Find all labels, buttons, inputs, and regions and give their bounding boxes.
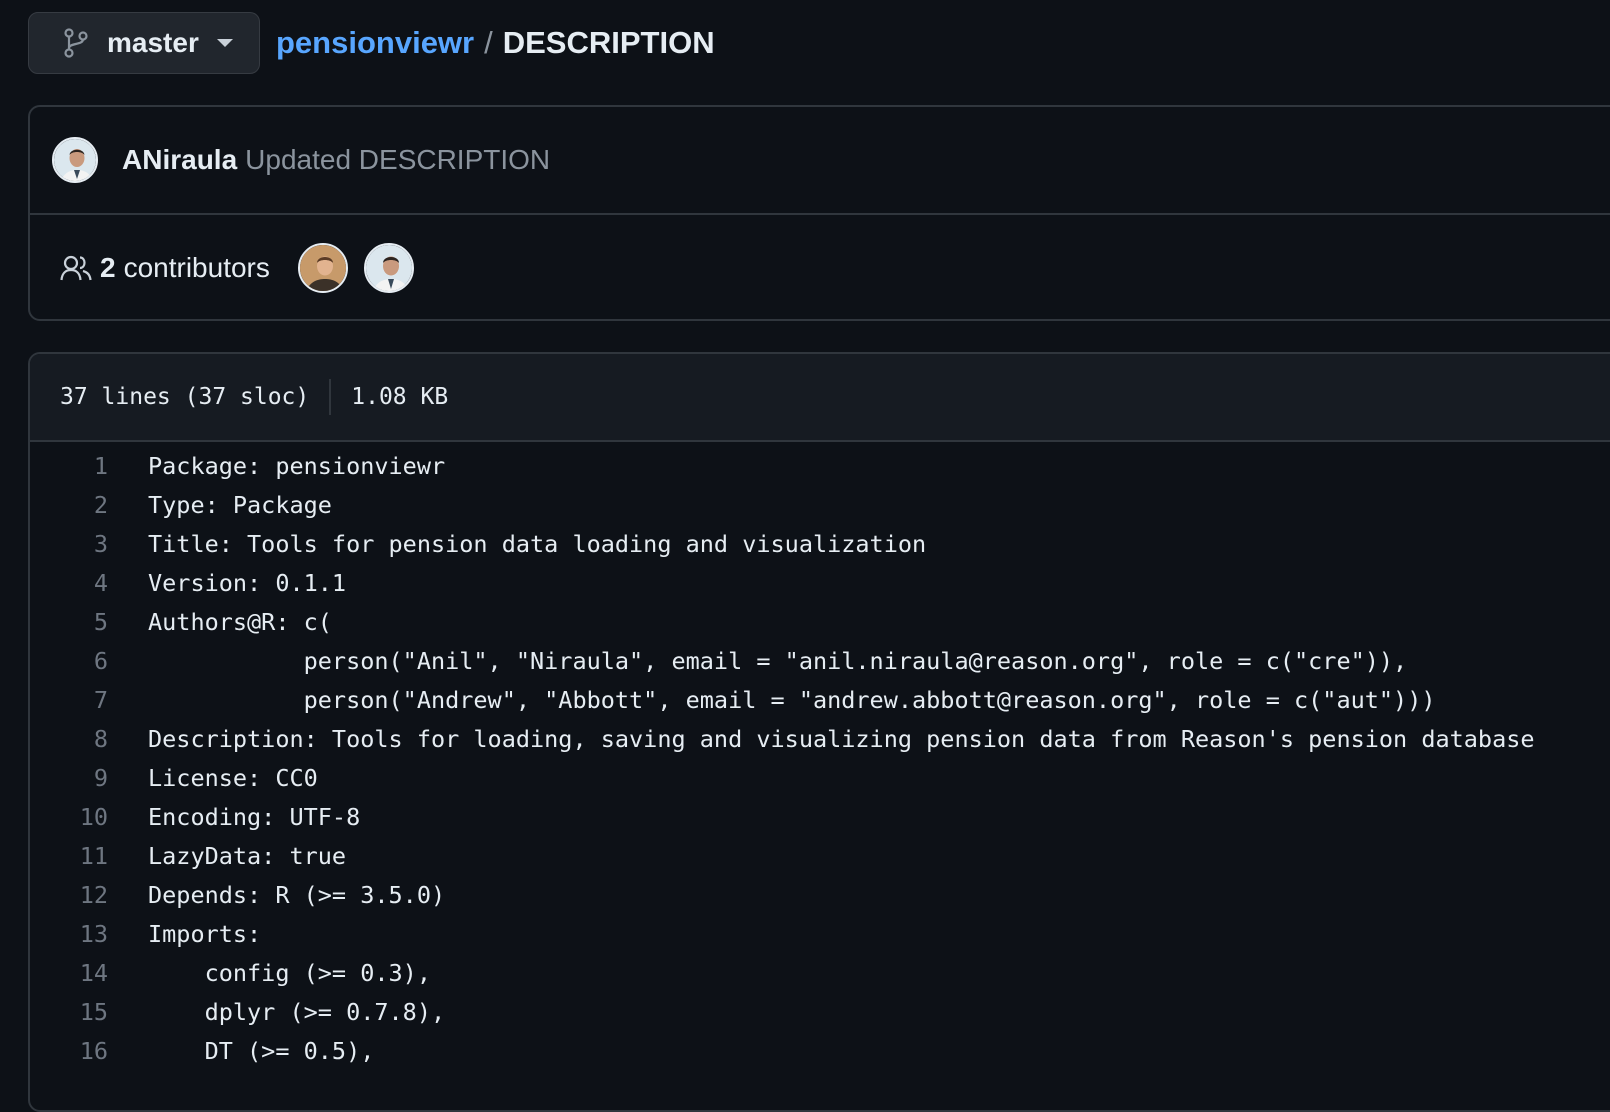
avatar-image-icon bbox=[54, 139, 96, 181]
line-number[interactable]: 7 bbox=[30, 686, 108, 714]
line-number[interactable]: 12 bbox=[30, 881, 108, 909]
breadcrumb: pensionviewr / DESCRIPTION bbox=[276, 25, 715, 61]
line-number[interactable]: 9 bbox=[30, 764, 108, 792]
code-line: 8 Description: Tools for loading, saving … bbox=[30, 719, 1610, 758]
code-text: Depends: R (>= 3.5.0) bbox=[148, 880, 446, 909]
code-text: Version: 0.1.1 bbox=[148, 568, 347, 597]
code-text: Encoding: UTF-8 bbox=[148, 802, 361, 831]
code-text: Package: pensionviewr bbox=[148, 451, 446, 480]
file-navigation: master pensionviewr / DESCRIPTION bbox=[28, 12, 715, 74]
line-number[interactable]: 1 bbox=[30, 452, 108, 480]
code-line: 14 config (>= 0.3), bbox=[30, 953, 1610, 992]
file-line-count: 37 lines (37 sloc) bbox=[60, 384, 310, 410]
line-number[interactable]: 14 bbox=[30, 959, 108, 987]
commit-author-link[interactable]: ANiraula bbox=[122, 144, 237, 176]
code-line: 4 Version: 0.1.1 bbox=[30, 563, 1610, 602]
code-text: dplyr (>= 0.7.8), bbox=[148, 997, 446, 1026]
people-icon bbox=[60, 255, 92, 281]
code-line: 10 Encoding: UTF-8 bbox=[30, 797, 1610, 836]
latest-commit-box: ANiraula Updated DESCRIPTION 2 contribut… bbox=[28, 105, 1610, 321]
line-number[interactable]: 15 bbox=[30, 998, 108, 1026]
branch-select-button[interactable]: master bbox=[28, 12, 260, 74]
contributors-label: contributors bbox=[123, 252, 270, 283]
avatar-image-icon bbox=[299, 245, 346, 291]
line-number[interactable]: 2 bbox=[30, 491, 108, 519]
line-number[interactable]: 16 bbox=[30, 1037, 108, 1065]
breadcrumb-repo-link[interactable]: pensionviewr bbox=[276, 25, 474, 61]
code-text: person("Anil", "Niraula", email = "anil.… bbox=[148, 646, 1408, 675]
file-size: 1.08 KB bbox=[351, 384, 449, 410]
code-line: 6 person("Anil", "Niraula", email = "ani… bbox=[30, 641, 1610, 680]
contributors-row[interactable]: 2 contributors bbox=[30, 215, 1610, 321]
code-text: LazyData: true bbox=[148, 841, 347, 870]
code-line: 9 License: CC0 bbox=[30, 758, 1610, 797]
code-line: 12 Depends: R (>= 3.5.0) bbox=[30, 875, 1610, 914]
code-text: config (>= 0.3), bbox=[148, 958, 431, 987]
code-line: 2 Type: Package bbox=[30, 485, 1610, 524]
code-line: 3 Title: Tools for pension data loading a… bbox=[30, 524, 1610, 563]
line-number[interactable]: 10 bbox=[30, 803, 108, 831]
code-text: Imports: bbox=[148, 919, 262, 948]
code-text: Title: Tools for pension data loading an… bbox=[148, 529, 927, 558]
code-line: 7 person("Andrew", "Abbott", email = "an… bbox=[30, 680, 1610, 719]
line-number[interactable]: 8 bbox=[30, 725, 108, 753]
line-number[interactable]: 4 bbox=[30, 569, 108, 597]
breadcrumb-separator: / bbox=[484, 25, 493, 60]
branch-name: master bbox=[107, 27, 199, 58]
code-line: 11 LazyData: true bbox=[30, 836, 1610, 875]
line-number[interactable]: 6 bbox=[30, 647, 108, 675]
code-text: DT (>= 0.5), bbox=[148, 1036, 375, 1065]
line-number[interactable]: 13 bbox=[30, 920, 108, 948]
divider bbox=[329, 379, 332, 415]
avatar[interactable] bbox=[297, 243, 348, 293]
git-branch-icon bbox=[64, 28, 88, 58]
code-line: 16 DT (>= 0.5), bbox=[30, 1031, 1610, 1070]
contributors-count: 2 bbox=[100, 252, 116, 283]
code-text: Type: Package bbox=[148, 490, 332, 519]
chevron-down-icon bbox=[216, 39, 233, 47]
breadcrumb-file-name: DESCRIPTION bbox=[502, 25, 715, 60]
code-text: person("Andrew", "Abbott", email = "andr… bbox=[148, 685, 1436, 714]
code-line: 5 Authors@R: c( bbox=[30, 602, 1610, 641]
code-line: 15 dplyr (>= 0.7.8), bbox=[30, 992, 1610, 1031]
line-number[interactable]: 11 bbox=[30, 842, 108, 870]
code-line: 1 Package: pensionviewr bbox=[30, 446, 1610, 485]
code-line: 13 Imports: bbox=[30, 914, 1610, 953]
code-listing: 1 Package: pensionviewr 2 Type: Package 3 Tit… bbox=[30, 442, 1610, 1070]
file-viewer: 37 lines (37 sloc) 1.08 KB 1 Package: pen… bbox=[28, 352, 1610, 1112]
avatar[interactable] bbox=[363, 243, 414, 293]
file-info-header: 37 lines (37 sloc) 1.08 KB bbox=[30, 354, 1610, 442]
code-text: License: CC0 bbox=[148, 763, 318, 792]
line-number[interactable]: 5 bbox=[30, 608, 108, 636]
avatar[interactable] bbox=[52, 137, 98, 183]
avatar-image-icon bbox=[365, 245, 412, 291]
commit-message-link[interactable]: Updated DESCRIPTION bbox=[245, 144, 550, 176]
line-number[interactable]: 3 bbox=[30, 530, 108, 558]
code-text: Description: Tools for loading, saving a… bbox=[148, 724, 1535, 753]
latest-commit-row: ANiraula Updated DESCRIPTION bbox=[30, 107, 1610, 215]
code-text: Authors@R: c( bbox=[148, 607, 332, 636]
